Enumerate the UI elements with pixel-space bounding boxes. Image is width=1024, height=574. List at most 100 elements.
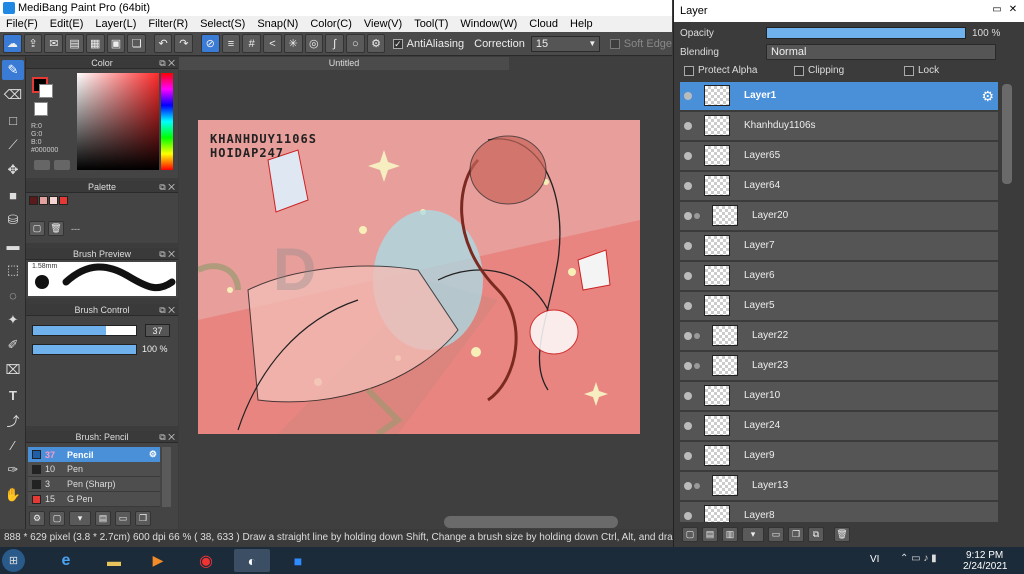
add-palette-icon[interactable]: ▢ (29, 221, 45, 236)
palette-swatch-3[interactable] (49, 196, 58, 205)
layer-row[interactable]: Layer65 (680, 142, 998, 171)
visibility-eye-icon[interactable] (684, 422, 692, 430)
visibility-eye-icon[interactable] (684, 512, 692, 520)
language-indicator[interactable]: VI (870, 554, 879, 565)
blending-dropdown[interactable]: Normal (766, 44, 996, 60)
color-mode-button[interactable] (34, 160, 50, 170)
palette-swatch-2[interactable] (39, 196, 48, 205)
brush-list-item[interactable]: 37 Pencil ⚙ (28, 447, 160, 462)
protect-alpha-checkbox[interactable] (684, 65, 694, 76)
magic-wand-icon[interactable]: ✦ (2, 310, 24, 330)
save-icon[interactable]: ▦ (85, 34, 105, 53)
clipping-checkbox[interactable] (794, 65, 804, 76)
brush-copy-icon[interactable]: ❐ (135, 511, 151, 526)
visibility-eye-icon[interactable] (684, 392, 692, 400)
menu-view[interactable]: View(V) (358, 16, 408, 32)
tray-icons[interactable]: ⌃ ▭ ♪ ▮ (900, 553, 937, 564)
brush-list-scrollbar[interactable] (162, 447, 171, 507)
layer-row[interactable]: Layer13 (680, 472, 998, 501)
settings-gear-icon[interactable]: ⚙ (366, 34, 386, 53)
settings-gear-icon[interactable]: ⚙ (149, 449, 157, 460)
medibang-app-icon[interactable]: ◐ (234, 549, 270, 572)
layer-list-scrollbar[interactable] (1002, 84, 1012, 184)
expand-icon[interactable]: ⧉ ✕ (159, 304, 175, 316)
layer-row[interactable]: Layer24 (680, 412, 998, 441)
new-1bit-layer-icon[interactable]: ▥ (722, 527, 738, 542)
snap-off-icon[interactable]: ⊘ (200, 34, 220, 53)
lasso-tool-icon[interactable]: ◌ (2, 285, 24, 305)
menu-layer[interactable]: Layer(L) (89, 16, 142, 32)
brush-page-icon[interactable]: ▤ (95, 511, 111, 526)
visibility-eye-icon[interactable] (684, 122, 692, 130)
cloud-icon[interactable]: ☁ (3, 34, 22, 53)
menu-filter[interactable]: Filter(R) (142, 16, 194, 32)
redo-icon[interactable]: ↷ (174, 34, 194, 53)
correction-dropdown[interactable]: 15 ▼ (530, 35, 601, 52)
new-halftone-layer-icon[interactable]: ▤ (702, 527, 718, 542)
antialiasing-checkbox[interactable]: ✓ (393, 38, 403, 49)
new-layer-icon[interactable]: ▢ (682, 527, 698, 542)
menu-window[interactable]: Window(W) (454, 16, 523, 32)
eraser-tool-icon[interactable]: ⌫ (2, 85, 24, 105)
panel-icon[interactable]: ▣ (106, 34, 126, 53)
radial-snap-icon[interactable]: ✳ (283, 34, 303, 53)
visibility-eye-icon[interactable] (684, 272, 692, 280)
grid-snap-icon[interactable]: # (242, 34, 262, 53)
menu-tool[interactable]: Tool(T) (408, 16, 454, 32)
line-tool-icon[interactable]: ⟋ (2, 135, 24, 155)
palette-select[interactable]: --- (71, 224, 80, 234)
brush-tool-icon[interactable]: ✎ (2, 60, 24, 80)
brush-size-slider[interactable] (32, 325, 137, 336)
brush-opacity-slider[interactable] (32, 344, 137, 355)
new-brush-icon[interactable]: ▢ (49, 511, 65, 526)
circle-snap-icon[interactable]: ◎ (304, 34, 324, 53)
palette-swatch-4[interactable] (59, 196, 68, 205)
visibility-eye-icon[interactable] (684, 242, 692, 250)
document-icon[interactable]: ▤ (65, 34, 84, 53)
expand-icon[interactable]: ⧉ ✕ (159, 431, 175, 443)
soft-edge-checkbox[interactable] (610, 38, 620, 49)
curve-snap-icon[interactable]: ∫ (325, 34, 344, 53)
move-tool-icon[interactable]: ✥ (2, 160, 24, 180)
brush-size-value[interactable]: 37 (145, 324, 170, 337)
settings-gear-icon[interactable]: ⚙ (981, 88, 994, 105)
dropper-tool-icon[interactable]: ⁄ (2, 435, 24, 455)
visibility-eye-icon[interactable] (684, 362, 692, 370)
minimize-icon[interactable]: ▭ (990, 4, 1004, 16)
layer-row[interactable]: Layer22 (680, 322, 998, 351)
eyedropper-tool-icon[interactable]: ✑ (2, 460, 24, 480)
visibility-eye-icon[interactable] (684, 452, 692, 460)
share-icon[interactable]: ⇪ (23, 34, 43, 53)
menu-file[interactable]: File(F) (0, 16, 44, 32)
menu-color[interactable]: Color(C) (304, 16, 358, 32)
layer-row[interactable]: Layer1 ⚙ (680, 82, 998, 111)
lock-checkbox[interactable] (904, 65, 914, 76)
color-mode-button-2[interactable] (54, 160, 70, 170)
layers-icon[interactable]: ❏ (127, 34, 147, 53)
select-pen-icon[interactable]: ✐ (2, 335, 24, 355)
menu-snap[interactable]: Snap(N) (251, 16, 304, 32)
delete-layer-icon[interactable]: 🗑 (834, 527, 850, 542)
file-explorer-icon[interactable]: ▬ (96, 549, 132, 572)
expand-icon[interactable]: ⧉ ✕ (159, 57, 175, 69)
zoom-app-icon[interactable]: ■ (280, 549, 316, 572)
brush-folder-icon[interactable]: ▭ (115, 511, 131, 526)
operation-tool-icon[interactable]: ⤴ (2, 410, 24, 430)
document-tab[interactable]: Untitled (179, 57, 509, 70)
brush-list-item[interactable]: 3 Pen (Sharp) (28, 477, 160, 492)
layer-row[interactable]: Khanhduy1106s (680, 112, 998, 141)
layer-opacity-slider[interactable] (766, 27, 966, 39)
back-color-swatch[interactable] (39, 84, 53, 98)
menu-edit[interactable]: Edit(E) (44, 16, 90, 32)
transparent-swatch[interactable] (34, 102, 48, 116)
text-tool-icon[interactable]: T (2, 385, 24, 405)
menu-select[interactable]: Select(S) (194, 16, 251, 32)
duplicate-layer-icon[interactable]: ❐ (788, 527, 804, 542)
brush-settings-icon[interactable]: ⚙ (29, 511, 45, 526)
layer-row[interactable]: Layer20 (680, 202, 998, 231)
comment-icon[interactable]: ✉ (44, 34, 64, 53)
brush-list-item[interactable]: 15 G Pen (28, 492, 160, 507)
layer-row[interactable]: Layer8 (680, 502, 998, 522)
close-icon[interactable]: ✕ (1006, 4, 1020, 16)
visibility-eye-icon[interactable] (684, 482, 692, 490)
